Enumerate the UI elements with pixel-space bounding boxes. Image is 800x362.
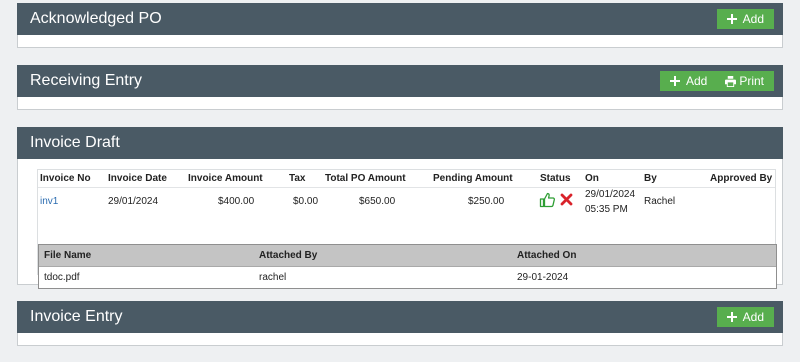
col-attached-on: Attached On xyxy=(517,250,577,261)
on-date-value: 29/01/2024 xyxy=(585,189,636,200)
invoice-entry-header: Invoice Entry Add xyxy=(17,301,783,333)
col-by: By xyxy=(644,173,657,184)
col-approved-by: Approved By xyxy=(710,173,773,184)
receiving-entry-header: Receiving Entry Add Print xyxy=(17,65,783,97)
receiving-entry-add-button[interactable]: Add xyxy=(659,71,718,91)
invoice-draft-title: Invoice Draft xyxy=(30,134,120,151)
col-file-name: File Name xyxy=(44,250,92,261)
invoice-entry-title: Invoice Entry xyxy=(30,308,123,325)
col-invoice-no: Invoice No xyxy=(40,173,91,184)
receiving-entry-print-button[interactable]: Print xyxy=(717,71,774,91)
acknowledged-po-body xyxy=(17,35,783,48)
attachments-table: File Name Attached By Attached On tdoc.p… xyxy=(38,244,777,289)
attachment-attached-on: 29-01-2024 xyxy=(517,272,569,283)
plus-icon xyxy=(669,76,680,86)
col-total-po-amount: Total PO Amount xyxy=(325,173,406,184)
col-status: Status xyxy=(540,173,571,184)
attachment-file-name[interactable]: tdoc.pdf xyxy=(44,272,80,283)
invoice-draft-body: Invoice No Invoice Date Invoice Amount T… xyxy=(17,159,783,289)
printer-icon xyxy=(725,75,737,87)
invoice-entry-body xyxy=(17,333,783,346)
print-label: Print xyxy=(739,74,764,88)
acknowledged-po-header: Acknowledged PO Add xyxy=(17,3,783,35)
invoice-no-link[interactable]: inv1 xyxy=(40,196,58,207)
acknowledged-po-title: Acknowledged PO xyxy=(30,10,162,27)
attachment-attached-by: rachel xyxy=(259,272,287,283)
invoice-entry-panel: Invoice Entry Add xyxy=(17,301,783,346)
col-invoice-date: Invoice Date xyxy=(108,173,167,184)
receiving-entry-panel: Receiving Entry Add Print xyxy=(17,65,783,110)
receiving-entry-body xyxy=(17,97,783,110)
col-attached-by: Attached By xyxy=(259,250,318,261)
receiving-entry-button-group: Add Print xyxy=(659,71,774,91)
col-invoice-amount: Invoice Amount xyxy=(188,173,263,184)
add-label: Add xyxy=(742,12,764,26)
invoice-amount-value: $400.00 xyxy=(218,196,255,207)
acknowledged-po-add-button[interactable]: Add xyxy=(716,9,774,29)
header-divider xyxy=(38,187,775,188)
on-time-value: 05:35 PM xyxy=(585,204,628,215)
add-label: Add xyxy=(742,310,764,324)
acknowledged-po-panel: Acknowledged PO Add xyxy=(17,3,783,48)
plus-icon xyxy=(726,312,737,322)
invoice-draft-panel: Invoice Draft Invoice No Invoice Date In… xyxy=(17,127,783,289)
by-value: Rachel xyxy=(644,196,676,207)
attachment-row: tdoc.pdf rachel 29-01-2024 xyxy=(39,267,776,288)
thumbs-up-icon[interactable] xyxy=(539,192,555,213)
receiving-entry-title: Receiving Entry xyxy=(30,72,143,89)
tax-value: $0.00 xyxy=(293,196,319,207)
invoice-draft-header: Invoice Draft xyxy=(17,127,783,159)
col-on: On xyxy=(585,173,599,184)
reject-x-icon[interactable] xyxy=(560,193,573,211)
col-pending-amount: Pending Amount xyxy=(433,173,513,184)
pending-amount-value: $250.00 xyxy=(468,196,505,207)
add-label: Add xyxy=(685,74,708,88)
col-tax: Tax xyxy=(289,173,306,184)
invoice-date-value: 29/01/2024 xyxy=(108,196,159,207)
total-po-amount-value: $650.00 xyxy=(359,196,396,207)
plus-icon xyxy=(726,14,737,24)
invoice-entry-add-button[interactable]: Add xyxy=(716,307,774,327)
attachments-header: File Name Attached By Attached On xyxy=(39,245,776,267)
